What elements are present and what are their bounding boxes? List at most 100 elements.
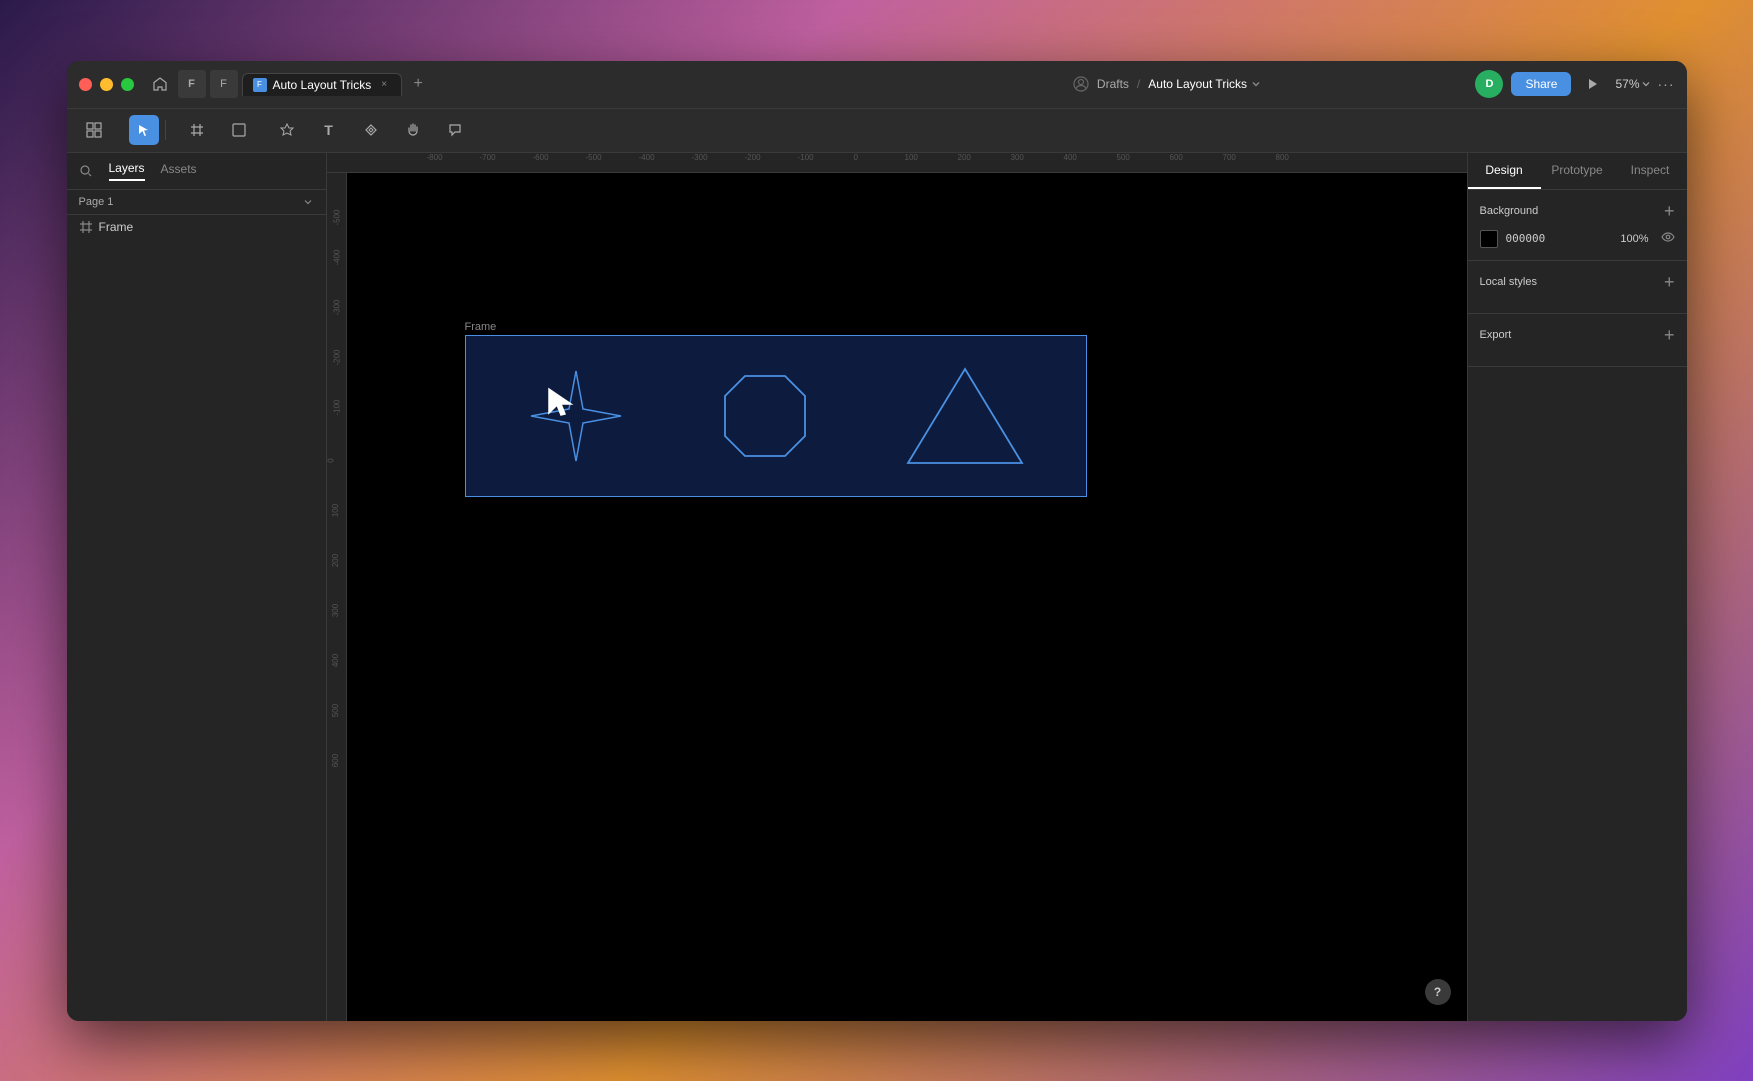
background-add-button[interactable]: + [1664, 202, 1675, 220]
maximize-button[interactable] [121, 78, 134, 91]
comment-tool-button[interactable] [440, 115, 470, 145]
user-avatar[interactable]: D [1475, 70, 1503, 98]
play-button[interactable] [1579, 70, 1607, 98]
canvas-area[interactable]: -800 -700 -600 -500 -400 -300 -200 -100 … [327, 153, 1467, 1021]
layers-tab[interactable]: Layers [109, 161, 145, 181]
ruler-mark--500: -500 [586, 153, 602, 162]
ruler-mark--300: -300 [692, 153, 708, 162]
shape-tool-button[interactable] [224, 115, 254, 145]
background-color-row: 000000 100% [1480, 230, 1675, 248]
ruler-v-mark--300: -300 [332, 299, 341, 315]
local-styles-add-button[interactable]: + [1664, 273, 1675, 291]
active-tab[interactable]: F Auto Layout Tricks × [242, 73, 403, 96]
frame-layer-item[interactable]: Frame [67, 215, 326, 239]
figma-icon[interactable]: F [210, 70, 238, 98]
frame-tool-button[interactable] [182, 115, 212, 145]
design-tab[interactable]: Design [1468, 153, 1541, 189]
breadcrumb-drafts[interactable]: Drafts [1097, 77, 1129, 91]
background-section-title: Background [1480, 205, 1539, 217]
hand-tool-button[interactable] [398, 115, 428, 145]
page-selector[interactable]: Page 1 [67, 190, 326, 215]
tab-title: Auto Layout Tricks [273, 78, 372, 92]
drafts-icon[interactable]: F [178, 70, 206, 98]
panel-tabs: Layers Assets [67, 153, 326, 190]
ruler-v-mark--400: -400 [332, 249, 341, 265]
figma-frame[interactable] [465, 335, 1087, 497]
triangle-shape-container[interactable] [895, 356, 1035, 476]
ruler-v-mark--200: -200 [332, 349, 341, 365]
octagon-shape-container[interactable] [705, 356, 825, 476]
frame-layer-icon [79, 220, 93, 234]
grid-tool-group [79, 115, 117, 145]
window-controls [79, 78, 134, 91]
left-panel: Layers Assets Page 1 Frame [67, 153, 327, 1021]
ruler-v-mark-400: 400 [331, 653, 340, 666]
more-options-button[interactable]: ··· [1658, 76, 1675, 92]
ruler-v-mark-0: 0 [327, 458, 336, 462]
shape-tool-group [224, 115, 260, 145]
background-opacity-value[interactable]: 100% [1620, 233, 1648, 245]
export-section-header: Export + [1480, 326, 1675, 344]
background-color-swatch[interactable] [1480, 230, 1498, 248]
home-icon[interactable] [146, 70, 174, 98]
app-window: F F F Auto Layout Tricks × + Drafts / Au… [67, 61, 1687, 1021]
title-bar-right: D Share 57% ··· [1475, 70, 1674, 98]
octagon-shape [715, 366, 815, 466]
star-shape-container[interactable] [516, 356, 636, 476]
ruler-mark-600: 600 [1170, 153, 1183, 162]
canvas-background[interactable]: Frame [347, 173, 1467, 1021]
ruler-mark-800: 800 [1276, 153, 1289, 162]
export-section: Export + [1468, 314, 1687, 367]
local-styles-section-header: Local styles + [1480, 273, 1675, 291]
search-icon[interactable] [79, 164, 93, 178]
ruler-v-mark-300: 300 [331, 603, 340, 616]
filename-dropdown[interactable]: Auto Layout Tricks [1148, 77, 1261, 91]
main-area: Layers Assets Page 1 Frame -800 [67, 153, 1687, 1021]
close-button[interactable] [79, 78, 92, 91]
component-tool-group [356, 115, 386, 145]
export-add-button[interactable]: + [1664, 326, 1675, 344]
page-chevron-icon [302, 196, 314, 208]
ruler-mark--700: -700 [480, 153, 496, 162]
text-tool-button[interactable]: T [314, 115, 344, 145]
visibility-toggle-icon[interactable] [1661, 230, 1675, 247]
background-hex-value[interactable]: 000000 [1506, 232, 1546, 245]
component-tool-button[interactable] [356, 115, 386, 145]
ruler-mark--400: -400 [639, 153, 655, 162]
prototype-tab[interactable]: Prototype [1541, 153, 1614, 189]
tab-close-button[interactable]: × [377, 78, 391, 92]
toolbar: T [67, 109, 1687, 153]
right-panel: Design Prototype Inspect Background + 00… [1467, 153, 1687, 1021]
title-bar: F F F Auto Layout Tricks × + Drafts / Au… [67, 61, 1687, 109]
ruler-mark-500: 500 [1117, 153, 1130, 162]
tab-area: F Auto Layout Tricks × + [242, 72, 859, 96]
ruler-mark-700: 700 [1223, 153, 1236, 162]
select-tool-button[interactable] [129, 115, 159, 145]
grid-tool-button[interactable] [79, 115, 109, 145]
star-shape [521, 361, 631, 471]
right-tabs: Design Prototype Inspect [1468, 153, 1687, 190]
minimize-button[interactable] [100, 78, 113, 91]
ruler-v-mark-600: 600 [331, 753, 340, 766]
hand-tool-group [398, 115, 428, 145]
triangle-shape [900, 361, 1030, 471]
frame-layer-label: Frame [99, 220, 134, 234]
zoom-control[interactable]: 57% [1615, 77, 1649, 91]
new-tab-button[interactable]: + [406, 72, 430, 96]
background-section: Background + 000000 100% [1468, 190, 1687, 261]
chevron-down-icon [1251, 79, 1261, 89]
ruler-mark-200: 200 [958, 153, 971, 162]
ruler-v-mark-100: 100 [331, 503, 340, 516]
pen-tool-group [272, 115, 302, 145]
share-button[interactable]: Share [1511, 72, 1571, 96]
tab-file-icon: F [253, 78, 267, 92]
comment-tool-group [440, 115, 470, 145]
local-styles-section: Local styles + [1468, 261, 1687, 314]
help-button[interactable]: ? [1425, 979, 1451, 1005]
background-section-header: Background + [1480, 202, 1675, 220]
assets-tab[interactable]: Assets [161, 162, 197, 180]
ruler-mark--200: -200 [745, 153, 761, 162]
pen-tool-button[interactable] [272, 115, 302, 145]
text-tool-group: T [314, 115, 344, 145]
inspect-tab[interactable]: Inspect [1614, 153, 1687, 189]
